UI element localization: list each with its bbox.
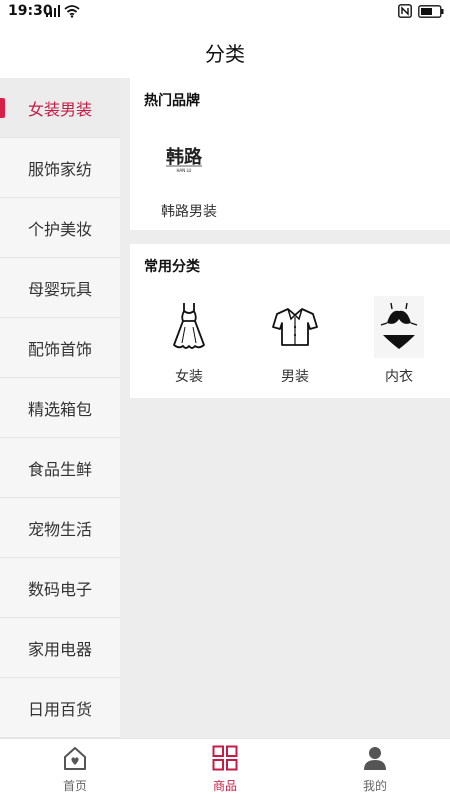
brand-logo: 韩路 HAN LU: [166, 146, 203, 173]
bottom-nav: 首页 商品 我的: [0, 738, 450, 800]
shirt-icon: [270, 296, 320, 358]
hot-brands-title: 热门品牌: [144, 93, 200, 109]
nav-home[interactable]: 首页: [0, 739, 150, 800]
category-item-men[interactable]: 男装: [250, 296, 340, 388]
sidebar-item-home-appliances[interactable]: 家用电器: [0, 618, 120, 678]
sidebar-item-label: 家用电器: [27, 639, 92, 659]
category-label: 男装: [281, 369, 309, 385]
sidebar-item-label: 母婴玩具: [27, 279, 92, 299]
common-categories-section: 常用分类 女装 男装 内衣: [130, 244, 450, 398]
status-bar: 19:30: [0, 0, 450, 24]
sidebar-item-label: 配饰首饰: [27, 339, 92, 359]
nfc-icon: [398, 4, 412, 18]
nav-label: 商品: [212, 779, 237, 793]
battery-icon: [418, 5, 444, 18]
sidebar-item-label: 精选箱包: [27, 399, 92, 419]
wifi-icon: [64, 5, 80, 18]
svg-text:韩路: 韩路: [166, 146, 203, 168]
category-item-underwear[interactable]: 内衣: [354, 296, 444, 388]
sidebar-item-women-men-clothing[interactable]: 女装男装: [0, 78, 120, 138]
sidebar-item-fresh-food[interactable]: 食品生鲜: [0, 438, 120, 498]
sidebar-item-label: 日用百货: [27, 699, 92, 719]
nav-products[interactable]: 商品: [150, 739, 300, 800]
category-label: 女装: [175, 369, 203, 385]
sidebar-item-digital-electronics[interactable]: 数码电子: [0, 558, 120, 618]
sidebar-item-apparel-home-textile[interactable]: 服饰家纺: [0, 138, 120, 198]
title-bar: 分类: [0, 24, 450, 78]
sidebar-item-personal-care-beauty[interactable]: 个护美妆: [0, 198, 120, 258]
brand-label: 韩路男装: [161, 204, 217, 220]
home-icon: [64, 747, 86, 770]
category-content: 热门品牌 韩路 HAN LU 韩路男装 常用分类 女装 男装 内衣: [120, 78, 450, 738]
sidebar-item-accessories-jewelry[interactable]: 配饰首饰: [0, 318, 120, 378]
bikini-icon: [374, 296, 424, 358]
sidebar-item-bags[interactable]: 精选箱包: [0, 378, 120, 438]
category-sidebar: 女装男装 服饰家纺 个护美妆 母婴玩具 配饰首饰 精选箱包 食品生鲜 宠物生活 …: [0, 78, 120, 738]
nav-label: 首页: [62, 779, 87, 793]
nav-profile[interactable]: 我的: [300, 739, 450, 800]
sidebar-item-daily-goods[interactable]: 日用百货: [0, 678, 120, 738]
sidebar-item-label: 服饰家纺: [27, 159, 92, 179]
dress-icon: [164, 296, 214, 358]
sidebar-item-label: 宠物生活: [27, 519, 92, 539]
sidebar-item-label: 个护美妆: [27, 219, 92, 239]
sidebar-item-mother-baby-toys[interactable]: 母婴玩具: [0, 258, 120, 318]
sidebar-item-label: 女装男装: [27, 99, 92, 119]
category-label: 内衣: [385, 369, 413, 385]
svg-text:HAN LU: HAN LU: [177, 168, 192, 173]
user-icon: [364, 747, 386, 770]
nav-label: 我的: [362, 779, 387, 793]
common-categories-title: 常用分类: [144, 259, 200, 275]
grid-icon: [212, 745, 238, 771]
sidebar-item-pet-life[interactable]: 宠物生活: [0, 498, 120, 558]
page-title: 分类: [205, 42, 245, 66]
signal-icon: [46, 5, 60, 17]
sidebar-item-label: 数码电子: [27, 579, 92, 599]
sidebar-item-label: 食品生鲜: [27, 459, 92, 479]
hot-brands-section: 热门品牌 韩路 HAN LU 韩路男装: [130, 78, 450, 230]
category-item-women[interactable]: 女装: [144, 296, 234, 388]
